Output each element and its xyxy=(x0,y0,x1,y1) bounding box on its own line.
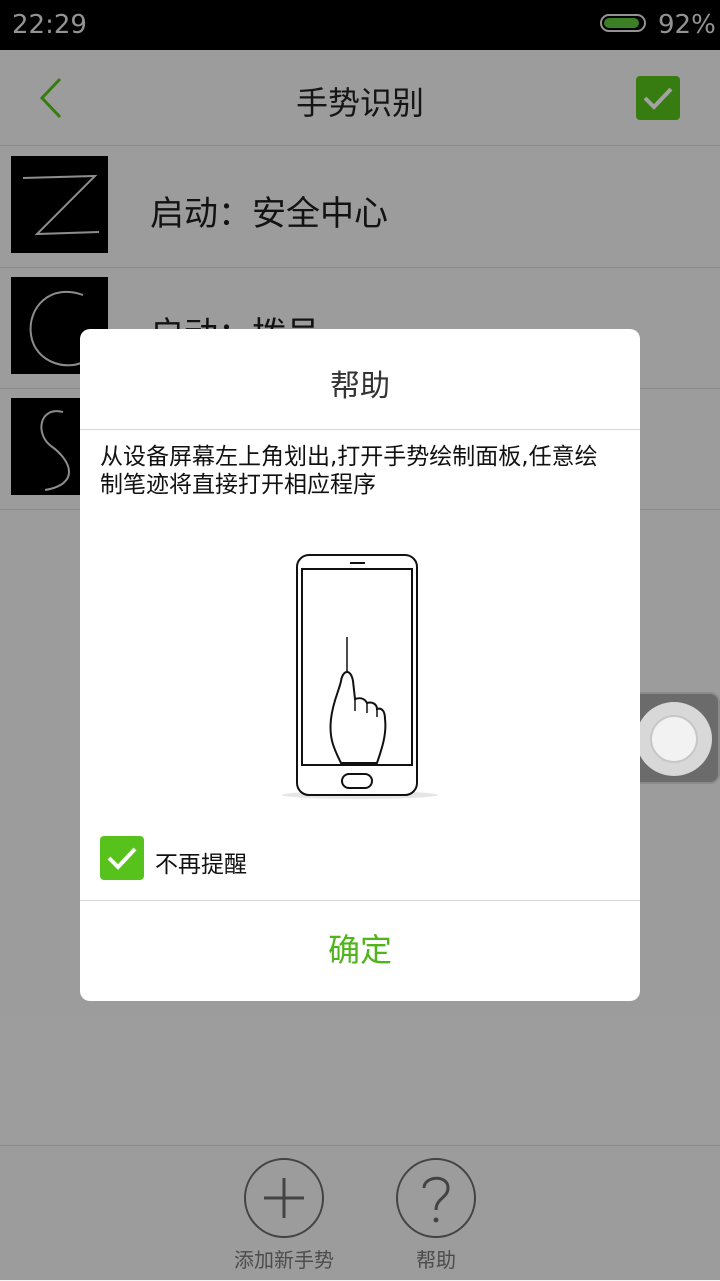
phone-swipe-illustration xyxy=(275,551,445,801)
confirm-button[interactable]: 确定 xyxy=(80,900,640,1001)
help-dialog: 帮助 从设备屏幕左上角划出,打开手势绘制面板,任意绘制笔迹将直接打开相应程序 不… xyxy=(80,329,640,1001)
no-remind-label: 不再提醒 xyxy=(155,852,247,878)
no-remind-checkbox[interactable] xyxy=(100,836,144,880)
dialog-message: 从设备屏幕左上角划出,打开手势绘制面板,任意绘制笔迹将直接打开相应程序 xyxy=(100,444,598,498)
floating-ball-icon[interactable] xyxy=(626,692,720,784)
checkmark-icon xyxy=(107,847,137,870)
divider xyxy=(80,429,640,430)
dialog-title: 帮助 xyxy=(330,369,390,404)
